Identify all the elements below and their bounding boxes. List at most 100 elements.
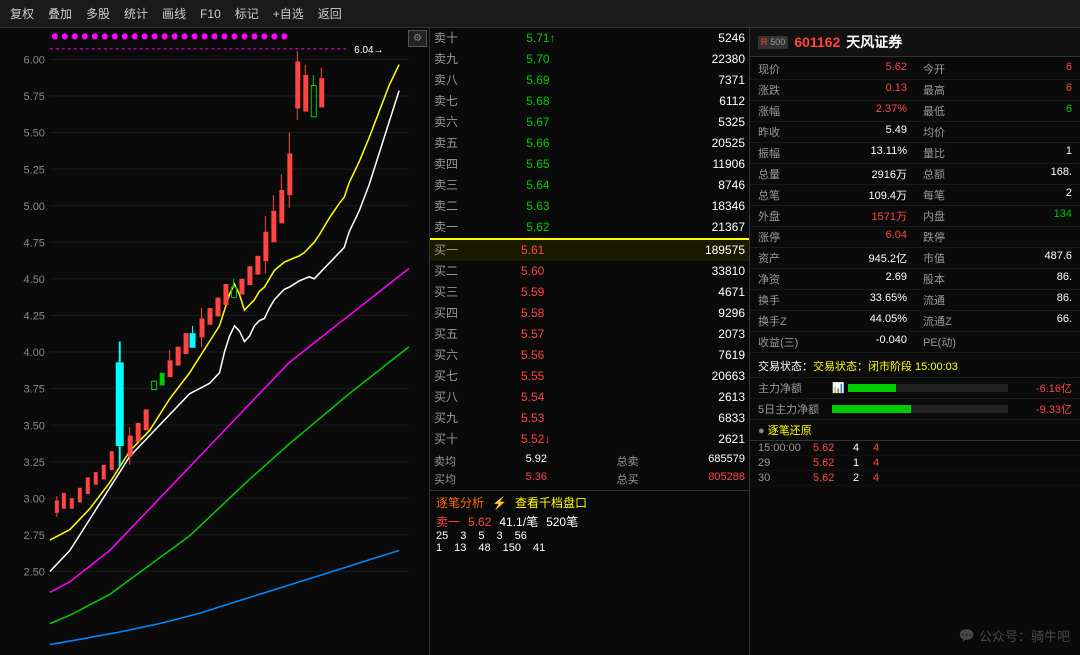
field-val-20: 2.69	[886, 271, 907, 287]
stock-field-11: 总额 168.	[915, 164, 1080, 185]
tick-dir-2: 4	[873, 472, 893, 484]
sell-label-8: 卖二	[430, 196, 522, 217]
field-key-25: 流通Z	[923, 313, 952, 329]
svg-text:2.50: 2.50	[24, 566, 45, 578]
order-book-footer: 卖均 5.92 总卖 685579 买均 5.36 总买 805288	[430, 450, 749, 490]
sell-vol-9: 21367	[630, 217, 749, 238]
svg-text:3.00: 3.00	[24, 493, 45, 505]
status-detail: 交易状态：闭市阶段 15:00:03	[813, 361, 958, 373]
flow2-bar	[832, 405, 1008, 413]
buy-vol-4: 2073	[618, 324, 749, 345]
sell-vol-5: 20525	[630, 133, 749, 154]
field-key-26: 收益(三)	[758, 334, 798, 350]
field-key-23: 流通	[923, 292, 945, 308]
chart-area: 6.00 5.75 5.50 5.25 5.00 4.75 4.50 4.25 …	[0, 28, 430, 655]
buy-price-0: 5.61	[517, 240, 618, 261]
field-key-3: 最高	[923, 82, 945, 98]
toolbar-btn-f10[interactable]: F10	[194, 5, 227, 23]
tick-vol-0: 4	[853, 442, 873, 454]
sell-avg-price: 5.92	[526, 453, 547, 469]
field-key-0: 现价	[758, 61, 780, 77]
tick-time-1: 29	[758, 457, 813, 469]
toolbar-btn-fuquan[interactable]: 复权	[4, 3, 40, 24]
stock-field-23: 流通 86.	[915, 290, 1080, 311]
buy-vol-7: 2613	[618, 387, 749, 408]
toolbar-btn-biaoji[interactable]: 标记	[229, 3, 265, 24]
svg-text:4.75: 4.75	[24, 237, 45, 249]
buy-label-9: 买十	[430, 429, 517, 450]
buy-avg-price: 5.36	[526, 471, 547, 487]
toolbar-btn-tongji[interactable]: 统计	[118, 3, 154, 24]
buy-vol-6: 20663	[618, 366, 749, 387]
field-key-11: 总额	[923, 166, 945, 182]
svg-text:2.75: 2.75	[24, 530, 45, 542]
sell-total: 520笔	[546, 513, 578, 530]
info-panel: R 500 601162 天风证券 现价5.62今开6涨跌0.13最高6涨幅2.…	[750, 28, 1080, 655]
field-val-12: 109.4万	[868, 187, 907, 203]
buy-label-7: 买八	[430, 387, 517, 408]
sell-label-3: 卖七	[430, 91, 522, 112]
svg-text:5.75: 5.75	[24, 91, 45, 103]
buy-price-7: 5.54	[517, 387, 618, 408]
buy-vol-5: 7619	[618, 345, 749, 366]
stock-field-27: PE(动)	[915, 332, 1080, 353]
field-val-23: 86.	[1057, 292, 1072, 308]
buy-price-1: 5.60	[517, 261, 618, 282]
stock-code: 601162	[794, 34, 840, 50]
svg-text:3.50: 3.50	[24, 420, 45, 432]
stock-field-26: 收益(三)-0.040	[750, 332, 915, 353]
main-flow-1: 主力净额 📊 -6.16亿	[750, 378, 1080, 399]
sell-vol-6: 11906	[630, 154, 749, 175]
stock-field-25: 流通Z 66.	[915, 311, 1080, 332]
buy-orders-table: 买一 5.61 189575 买二 5.60 33810 买三 5.59 467…	[430, 240, 749, 450]
sell-vol-3: 6112	[630, 91, 749, 112]
field-val-25: 66.	[1057, 313, 1072, 329]
analysis-link[interactable]: 查看千档盘口	[515, 494, 587, 511]
tick-dir-1: 4	[873, 457, 893, 469]
field-key-10: 总量	[758, 166, 780, 182]
buy-label-4: 买五	[430, 324, 517, 345]
sell-price-4: 5.67	[522, 112, 630, 133]
buy-vol-3: 9296	[618, 303, 749, 324]
field-val-11: 168.	[1051, 166, 1072, 182]
analysis-num-3: 5	[478, 530, 484, 542]
flow1-bar-fill	[848, 384, 896, 392]
toolbar-btn-zixuan[interactable]: +自选	[267, 3, 310, 24]
field-key-4: 涨幅	[758, 103, 780, 119]
field-val-19: 487.6	[1044, 250, 1072, 266]
flow2-bar-fill	[832, 405, 911, 413]
tick-label: 逐笔还原	[768, 425, 812, 437]
flow1-label: 主力净额	[758, 380, 828, 396]
toolbar-btn-huaxian[interactable]: 画线	[156, 3, 192, 24]
tick-circle-icon: ●	[758, 425, 765, 437]
chart-settings-icon[interactable]: ⚙	[408, 30, 427, 47]
total-sell-vol: 685579	[708, 453, 745, 469]
field-val-15: 134	[1054, 208, 1072, 224]
sell-vol-8: 18346	[630, 196, 749, 217]
toolbar-btn-duogu[interactable]: 多股	[80, 3, 116, 24]
flow1-icon: 📊	[832, 383, 844, 394]
main-flow-5day: 5日主力净额 -9.33亿	[750, 399, 1080, 420]
field-val-2: 0.13	[886, 82, 907, 98]
tick-row: 30 5.62 2 4	[750, 471, 1080, 486]
svg-text:4.25: 4.25	[24, 310, 45, 322]
stock-field-4: 涨幅2.37%	[750, 101, 915, 122]
field-key-27: PE(动)	[923, 334, 956, 350]
stock-field-15: 内盘134	[915, 206, 1080, 227]
tick-time-2: 30	[758, 472, 813, 484]
sell-label-4: 卖六	[430, 112, 522, 133]
svg-text:5.50: 5.50	[24, 127, 45, 139]
field-val-18: 945.2亿	[868, 250, 907, 266]
field-val-9: 1	[1066, 145, 1072, 161]
stock-field-5: 最低6	[915, 101, 1080, 122]
sell-price-1: 5.70	[522, 49, 630, 70]
stock-field-12: 总笔109.4万	[750, 185, 915, 206]
stock-field-2: 涨跌0.13	[750, 80, 915, 101]
stock-field-10: 总量 2916万	[750, 164, 915, 185]
total-sell-label: 总卖	[617, 453, 639, 469]
toolbar-btn-fanhui[interactable]: 返回	[312, 3, 348, 24]
toolbar-btn-diejia[interactable]: 叠加	[42, 3, 78, 24]
sell-price-5: 5.66	[522, 133, 630, 154]
watermark: 💬 公众号：骑牛吧	[959, 626, 1070, 645]
field-val-10: 2916万	[872, 166, 907, 182]
